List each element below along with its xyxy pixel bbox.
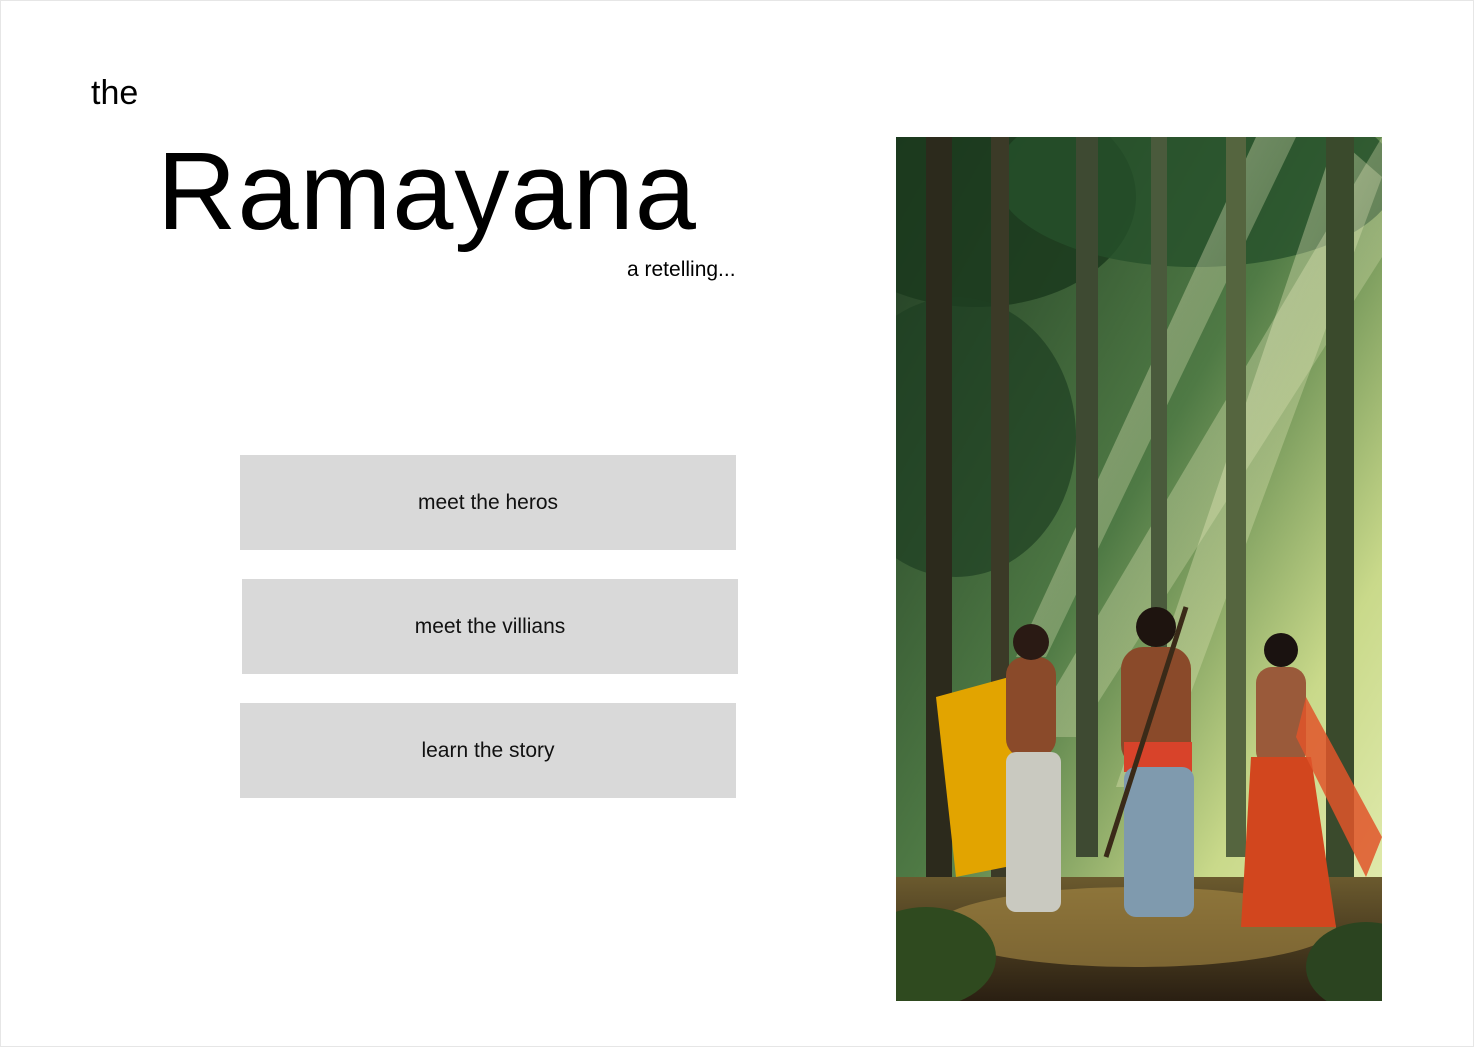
page-subtitle: a retelling... xyxy=(627,258,736,281)
forest-heroes-illustration xyxy=(896,137,1382,1001)
learn-story-button[interactable]: learn the story xyxy=(240,703,736,798)
landing-page: the Ramayana a retelling... meet the her… xyxy=(0,0,1474,1047)
meet-villians-button[interactable]: meet the villians xyxy=(242,579,738,674)
page-title: Ramayana xyxy=(157,130,697,253)
title-prefix: the xyxy=(91,74,139,112)
meet-heros-button[interactable]: meet the heros xyxy=(240,455,736,550)
